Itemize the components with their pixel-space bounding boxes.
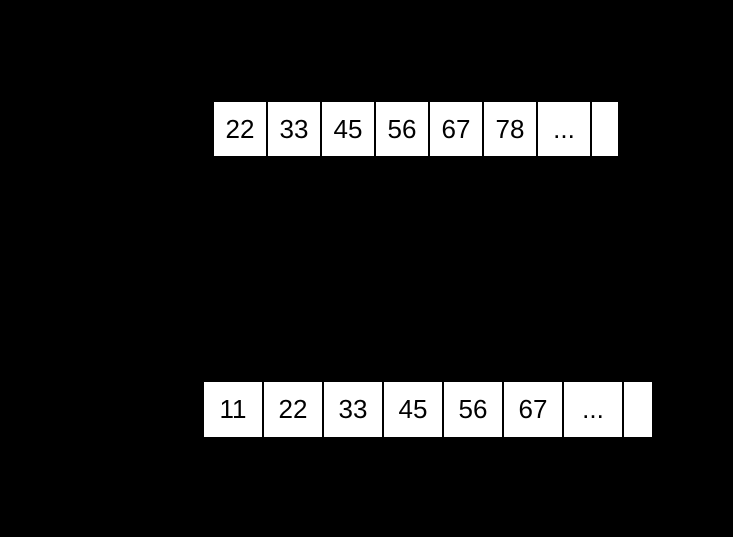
array-bottom: 11 22 33 45 56 67 ... bbox=[202, 380, 654, 439]
array-cell-empty bbox=[592, 102, 618, 156]
array-cell: 33 bbox=[268, 102, 322, 156]
array-cell-empty bbox=[624, 382, 652, 437]
array-cell: 33 bbox=[324, 382, 384, 437]
array-cell: 67 bbox=[430, 102, 484, 156]
array-cell: 45 bbox=[384, 382, 444, 437]
array-cell: 56 bbox=[444, 382, 504, 437]
array-cell: 67 bbox=[504, 382, 564, 437]
array-cell-ellipsis: ... bbox=[564, 382, 624, 437]
array-cell: 56 bbox=[376, 102, 430, 156]
array-cell-ellipsis: ... bbox=[538, 102, 592, 156]
array-cell: 22 bbox=[264, 382, 324, 437]
array-cell: 22 bbox=[214, 102, 268, 156]
array-cell: 78 bbox=[484, 102, 538, 156]
array-cell: 45 bbox=[322, 102, 376, 156]
array-cell: 11 bbox=[204, 382, 264, 437]
array-top: 22 33 45 56 67 78 ... bbox=[212, 100, 620, 158]
